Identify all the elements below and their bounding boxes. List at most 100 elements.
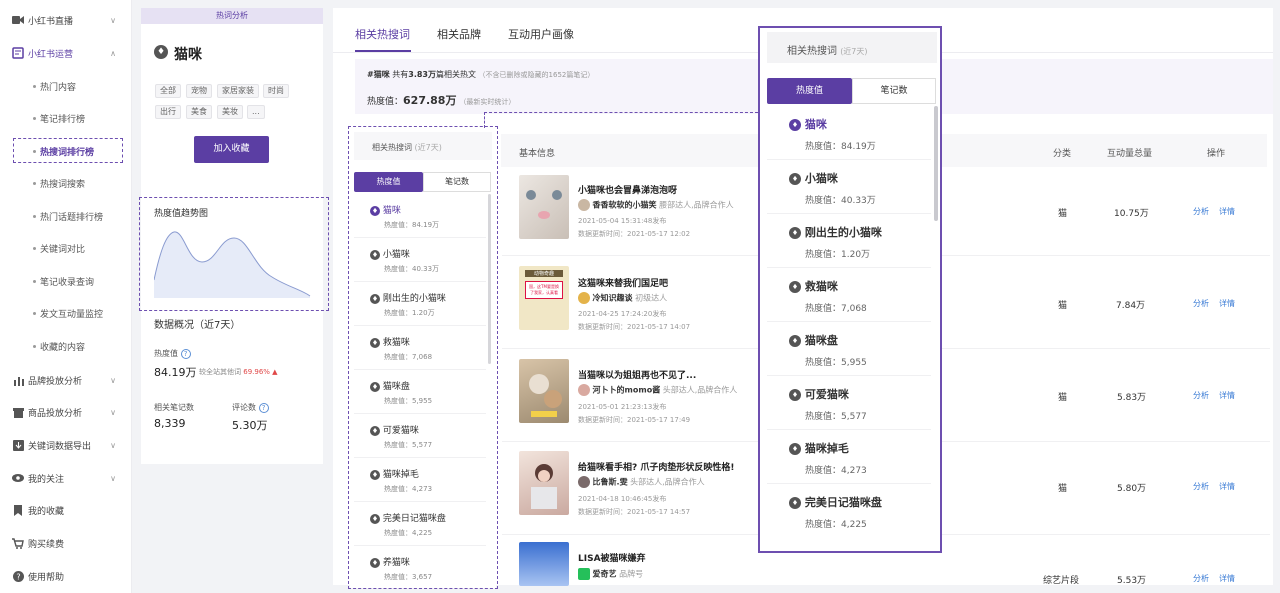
analyze-link[interactable]: 分析 [1193,298,1209,309]
keyword-title: 猫咪 [174,47,202,63]
analyze-link[interactable]: 分析 [1193,390,1209,401]
note-category: 猫 [1058,393,1068,403]
panel-header: 热词分析 [141,8,323,24]
note-author: 比鲁斯.雯 头部达人,品牌合作人 [578,476,705,488]
note-thumbnail[interactable] [519,175,569,239]
avatar [578,568,590,580]
avatar [578,476,590,488]
note-author: 香香软软的小猫笑 腰部达人,品牌合作人 [578,199,734,211]
popup-scrollbar[interactable] [934,106,938,221]
update-time: 数据更新时间：2021-05-17 14:57 [578,508,691,516]
analyze-link[interactable]: 分析 [1193,206,1209,217]
note-title[interactable]: 当猫咪以为姐姐再也不见了... [578,368,696,381]
sidebar-item-favorites-content[interactable]: 收藏的内容 [0,330,132,362]
note-interaction: 5.80万 [1117,484,1147,494]
add-favorite-button[interactable]: 加入收藏 [194,136,269,163]
thumbnail-caption: 动物奇趣 [525,270,563,277]
list-item[interactable]: ♦ 可爱猫咪 热度值：5,577 [767,376,931,430]
fire-icon: ♦ [789,389,801,401]
sidebar-item-hot-content[interactable]: 热门内容 [0,70,132,102]
thumbnail-caption: 国，这TM要是换了我家，认真看 [525,281,563,299]
tag-all[interactable]: 全部 [155,84,181,98]
detail-link[interactable]: 详情 [1219,298,1235,309]
list-item[interactable]: ♦ 猫咪掉毛 热度值：4,273 [767,430,931,484]
connector-line-h [484,112,758,113]
fire-icon: ♦ [789,227,801,239]
tag-beauty[interactable]: 美妆 [217,105,243,119]
sidebar-section-brand[interactable]: 品牌投放分析 ∨ [0,364,132,396]
fire-icon: ♦ [789,497,801,509]
sidebar-section-live[interactable]: 小红书直播 ∨ [0,4,132,36]
tag-travel[interactable]: 出行 [155,105,181,119]
note-title[interactable]: 小猫咪也会冒鼻涕泡泡呀 [578,183,677,196]
heat-compare: 较全站其他词 69.96% ▲ [199,368,278,376]
publish-time: 2021-04-18 10:46:45发布 [578,495,667,503]
tag-fashion[interactable]: 时尚 [263,84,289,98]
sidebar-item-post-monitor[interactable]: 发文互动量监控 [0,297,132,329]
tag-food[interactable]: 美食 [186,105,212,119]
tag-pet[interactable]: 宠物 [186,84,212,98]
sidebar-item-hot-search[interactable]: 热搜词搜索 [0,167,132,199]
sidebar-section-goods[interactable]: 商品投放分析 ∨ [0,396,132,428]
note-thumbnail[interactable]: 动物奇趣 国，这TM要是换了我家，认真看 [519,266,569,330]
header-basic: 基本信息 [519,149,556,159]
list-item[interactable]: ♦ 完美日记猫咪盘 热度值：4,225 [767,484,931,538]
sidebar-section-follow[interactable]: 我的关注 ∨ [0,462,132,494]
note-author: 爱奇艺 品牌号 [578,568,643,580]
store-icon [12,406,24,418]
note-interaction: 5.83万 [1117,393,1147,403]
sidebar-item-keyword-compare[interactable]: 关键词对比 [0,232,132,264]
detail-link[interactable]: 详情 [1219,390,1235,401]
fire-icon: ♦ [789,119,801,131]
update-time: 数据更新时间：2021-05-17 12:02 [578,230,691,238]
note-thumbnail[interactable] [519,542,569,586]
notes-label: 相关笔记数 [154,403,194,412]
tab-related-keywords[interactable]: 相关热搜词 [355,26,410,42]
fire-icon: ♦ [789,281,801,293]
detail-link[interactable]: 详情 [1219,206,1235,217]
connector-line-v [484,112,485,128]
list-item[interactable]: ♦ 猫咪 热度值：84.19万 [767,106,931,160]
detail-link[interactable]: 详情 [1219,573,1235,584]
sidebar-section-help[interactable]: ? 使用帮助 [0,560,132,592]
list-item[interactable]: ♦ 猫咪盘 热度值：5,955 [767,322,931,376]
popup-tab-notes[interactable]: 笔记数 [852,78,936,104]
sidebar-section-collection[interactable]: 我的收藏 [0,494,132,526]
download-icon [12,439,24,451]
analyze-link[interactable]: 分析 [1193,573,1209,584]
heat-label: 热度值 ? [154,348,191,359]
help-icon: ? [12,570,24,582]
detail-link[interactable]: 详情 [1219,481,1235,492]
note-title[interactable]: LISA被猫咪嫌弃 [578,551,646,564]
publish-time: 2021-05-04 15:31:48发布 [578,217,667,225]
tag-home[interactable]: 家居家装 [217,84,259,98]
popup-tab-heat[interactable]: 热度值 [767,78,852,104]
list-item[interactable]: ♦ 救猫咪 热度值：7,068 [767,268,931,322]
comments-label: 评论数 ? [232,402,269,413]
sidebar-item-topic-rank[interactable]: 热门话题排行榜 [0,200,132,232]
list-item[interactable]: ♦ 刚出生的小猫咪 热度值：1.20万 [767,214,931,268]
book-icon [12,47,24,59]
sidebar-section-operation[interactable]: 小红书运营 ∧ [0,37,132,69]
sidebar-item-hot-search-rank[interactable]: 热搜词排行榜 [0,135,132,167]
note-thumbnail[interactable] [519,451,569,515]
sidebar-section-purchase[interactable]: 购买续费 [0,527,132,559]
note-title[interactable]: 给猫咪看手相? 爪子肉垫形状反映性格! [578,460,734,473]
analyze-link[interactable]: 分析 [1193,481,1209,492]
tab-user-profile[interactable]: 互动用户画像 [508,26,574,42]
video-icon [12,14,24,26]
update-time: 数据更新时间：2021-05-17 14:07 [578,323,691,331]
avatar [578,384,590,396]
notes-value: 8,339 [154,417,186,430]
sidebar-item-note-rank[interactable]: 笔记排行榜 [0,102,132,134]
chart-icon [12,374,24,386]
overview-title: 数据概况（近7天） [154,320,241,331]
tag-more[interactable]: ... [247,105,265,119]
list-item[interactable]: ♦ 小猫咪 热度值：40.33万 [767,160,931,214]
sidebar-section-export[interactable]: 关键词数据导出 ∨ [0,429,132,461]
header-interaction: 互动量总量 [1107,149,1153,159]
note-thumbnail[interactable] [519,359,569,423]
tab-related-brands[interactable]: 相关品牌 [437,26,481,42]
sidebar-item-note-index[interactable]: 笔记收录查询 [0,265,132,297]
note-title[interactable]: 这猫咪来替我们国足吧 [578,276,668,289]
